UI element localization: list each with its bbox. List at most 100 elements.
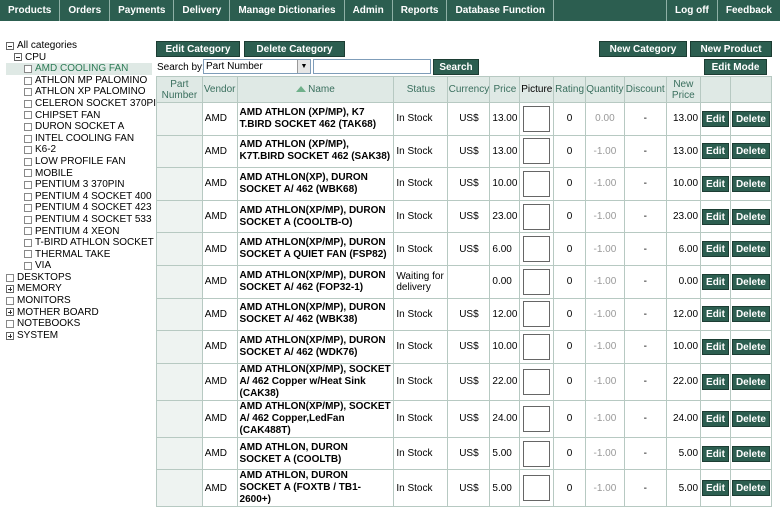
nav-item-6[interactable]: Reports bbox=[393, 0, 448, 21]
new-category-button[interactable]: New Category bbox=[599, 41, 687, 57]
col-quantity[interactable]: Quantity bbox=[584, 76, 625, 103]
picture-placeholder[interactable] bbox=[523, 236, 551, 263]
delete-button[interactable]: Delete bbox=[731, 110, 770, 127]
picture-placeholder[interactable] bbox=[523, 405, 551, 432]
tree-item-cpu-8[interactable]: LOW PROFILE FAN bbox=[6, 156, 152, 168]
delete-button[interactable]: Delete bbox=[731, 480, 770, 497]
tree-root[interactable]: All categories bbox=[6, 40, 152, 52]
nav-item-4[interactable]: Manage Dictionaries bbox=[230, 0, 345, 21]
delete-button[interactable]: Delete bbox=[731, 445, 770, 462]
delete-button[interactable]: Delete bbox=[731, 338, 770, 355]
expand-icon[interactable] bbox=[6, 308, 14, 317]
col-vendor[interactable]: Vendor bbox=[201, 76, 238, 103]
picture-placeholder[interactable] bbox=[523, 203, 551, 230]
edit-button[interactable]: Edit bbox=[702, 338, 729, 355]
picture-placeholder[interactable] bbox=[523, 301, 551, 328]
tree-item-4[interactable]: NOTEBOOKS bbox=[6, 318, 152, 330]
delete-category-button[interactable]: Delete Category bbox=[244, 41, 345, 57]
search-button[interactable]: Search bbox=[433, 59, 479, 75]
tree-item-cpu-15[interactable]: T-BIRD ATHLON SOCKET bbox=[6, 237, 154, 249]
nav-item-5[interactable]: Admin bbox=[345, 0, 393, 21]
delete-button[interactable]: Delete bbox=[731, 241, 770, 258]
tree-item-cpu-2[interactable]: ATHLON XP PALOMINO bbox=[6, 86, 152, 98]
delete-button[interactable]: Delete bbox=[731, 143, 770, 160]
delete-button[interactable]: Delete bbox=[731, 306, 770, 323]
tree-item-cpu-3[interactable]: CELERON SOCKET 370PI bbox=[6, 98, 156, 110]
new-product-button[interactable]: New Product bbox=[690, 41, 772, 57]
tree-item-cpu[interactable]: CPU bbox=[6, 52, 152, 64]
tree-item-cpu-13[interactable]: PENTIUM 4 SOCKET 533 bbox=[6, 214, 152, 226]
edit-button[interactable]: Edit bbox=[702, 241, 729, 258]
delete-button[interactable]: Delete bbox=[731, 273, 770, 290]
col-part-number[interactable]: Part Number bbox=[156, 76, 203, 103]
picture-placeholder[interactable] bbox=[523, 170, 551, 197]
edit-button[interactable]: Edit bbox=[702, 143, 729, 160]
delete-button[interactable]: Delete bbox=[731, 373, 770, 390]
delete-button[interactable]: Delete bbox=[731, 208, 770, 225]
tree-item-1[interactable]: MEMORY bbox=[6, 283, 152, 295]
col-new-price[interactable]: New Price bbox=[665, 76, 702, 103]
picture-placeholder[interactable] bbox=[523, 138, 551, 165]
tree-item-cpu-7[interactable]: K6-2 bbox=[6, 144, 152, 156]
collapse-icon[interactable] bbox=[14, 53, 22, 62]
picture-placeholder[interactable] bbox=[523, 368, 551, 395]
picture-placeholder[interactable] bbox=[523, 333, 551, 360]
nav-item-0[interactable]: Products bbox=[0, 0, 61, 21]
leaf-box-icon bbox=[24, 146, 32, 155]
edit-button[interactable]: Edit bbox=[702, 273, 729, 290]
tree-item-5[interactable]: SYSTEM bbox=[6, 330, 152, 342]
edit-button[interactable]: Edit bbox=[702, 373, 729, 390]
edit-button[interactable]: Edit bbox=[702, 110, 729, 127]
nav-right-item-1[interactable]: Feedback bbox=[716, 0, 780, 21]
col-currency[interactable]: Currency bbox=[447, 76, 491, 103]
picture-placeholder[interactable] bbox=[523, 475, 551, 502]
nav-item-7[interactable]: Database Function bbox=[447, 0, 554, 21]
delete-button[interactable]: Delete bbox=[731, 175, 770, 192]
edit-button[interactable]: Edit bbox=[702, 410, 729, 427]
chevron-down-icon[interactable]: ▼ bbox=[297, 60, 310, 73]
expand-icon[interactable] bbox=[6, 285, 14, 294]
edit-button[interactable]: Edit bbox=[702, 480, 729, 497]
tree-item-cpu-17[interactable]: VIA bbox=[6, 260, 152, 272]
edit-button[interactable]: Edit bbox=[702, 306, 729, 323]
tree-item-cpu-9[interactable]: MOBILE bbox=[6, 168, 152, 180]
search-input[interactable] bbox=[313, 59, 431, 74]
tree-item-cpu-4[interactable]: CHIPSET FAN bbox=[6, 110, 152, 122]
tree-item-2[interactable]: MONITORS bbox=[6, 295, 152, 307]
col-name[interactable]: Name bbox=[236, 76, 395, 103]
expand-icon[interactable] bbox=[6, 331, 14, 340]
nav-item-1[interactable]: Orders bbox=[60, 0, 111, 21]
tree-item-cpu-6[interactable]: INTEL COOLING FAN bbox=[6, 133, 152, 145]
picture-placeholder[interactable] bbox=[523, 268, 551, 295]
tree-item-3[interactable]: MOTHER BOARD bbox=[6, 307, 152, 319]
picture-placeholder[interactable] bbox=[523, 105, 551, 132]
col-status[interactable]: Status bbox=[393, 76, 449, 103]
tree-item-cpu-0[interactable]: AMD COOLING FAN bbox=[6, 63, 152, 75]
edit-mode-button[interactable]: Edit Mode bbox=[704, 59, 767, 75]
collapse-icon[interactable] bbox=[6, 41, 14, 50]
tree-item-cpu-14[interactable]: PENTIUM 4 XEON bbox=[6, 226, 152, 238]
nav-item-3[interactable]: Delivery bbox=[174, 0, 231, 21]
col-rating[interactable]: Rating bbox=[553, 76, 586, 103]
nav-item-2[interactable]: Payments bbox=[110, 0, 175, 21]
tree-item-cpu-5[interactable]: DURON SOCKET A bbox=[6, 121, 152, 133]
tree-item-0[interactable]: DESKTOPS bbox=[6, 272, 152, 284]
cell-status: In Stock bbox=[393, 362, 449, 401]
edit-button[interactable]: Edit bbox=[702, 445, 729, 462]
tree-item-cpu-16[interactable]: THERMAL TAKE bbox=[6, 249, 152, 261]
search-by-select[interactable]: Part Number ▼ bbox=[203, 59, 311, 74]
delete-button[interactable]: Delete bbox=[731, 410, 770, 427]
cell-picture bbox=[519, 330, 555, 364]
edit-button[interactable]: Edit bbox=[702, 175, 729, 192]
edit-button[interactable]: Edit bbox=[702, 208, 729, 225]
nav-right-item-0[interactable]: Log off bbox=[665, 0, 717, 21]
tree-item-cpu-12[interactable]: PENTIUM 4 SOCKET 423 bbox=[6, 202, 152, 214]
tree-item-cpu-10[interactable]: PENTIUM 3 370PIN bbox=[6, 179, 152, 191]
col-discount[interactable]: Discount bbox=[623, 76, 667, 103]
picture-placeholder[interactable] bbox=[523, 440, 551, 467]
cell-rating: 0 bbox=[553, 264, 586, 299]
tree-item-cpu-11[interactable]: PENTIUM 4 SOCKET 400 bbox=[6, 191, 152, 203]
edit-category-button[interactable]: Edit Category bbox=[156, 41, 240, 57]
col-price[interactable]: Price bbox=[489, 76, 521, 103]
tree-item-cpu-1[interactable]: ATHLON MP PALOMINO bbox=[6, 75, 152, 87]
